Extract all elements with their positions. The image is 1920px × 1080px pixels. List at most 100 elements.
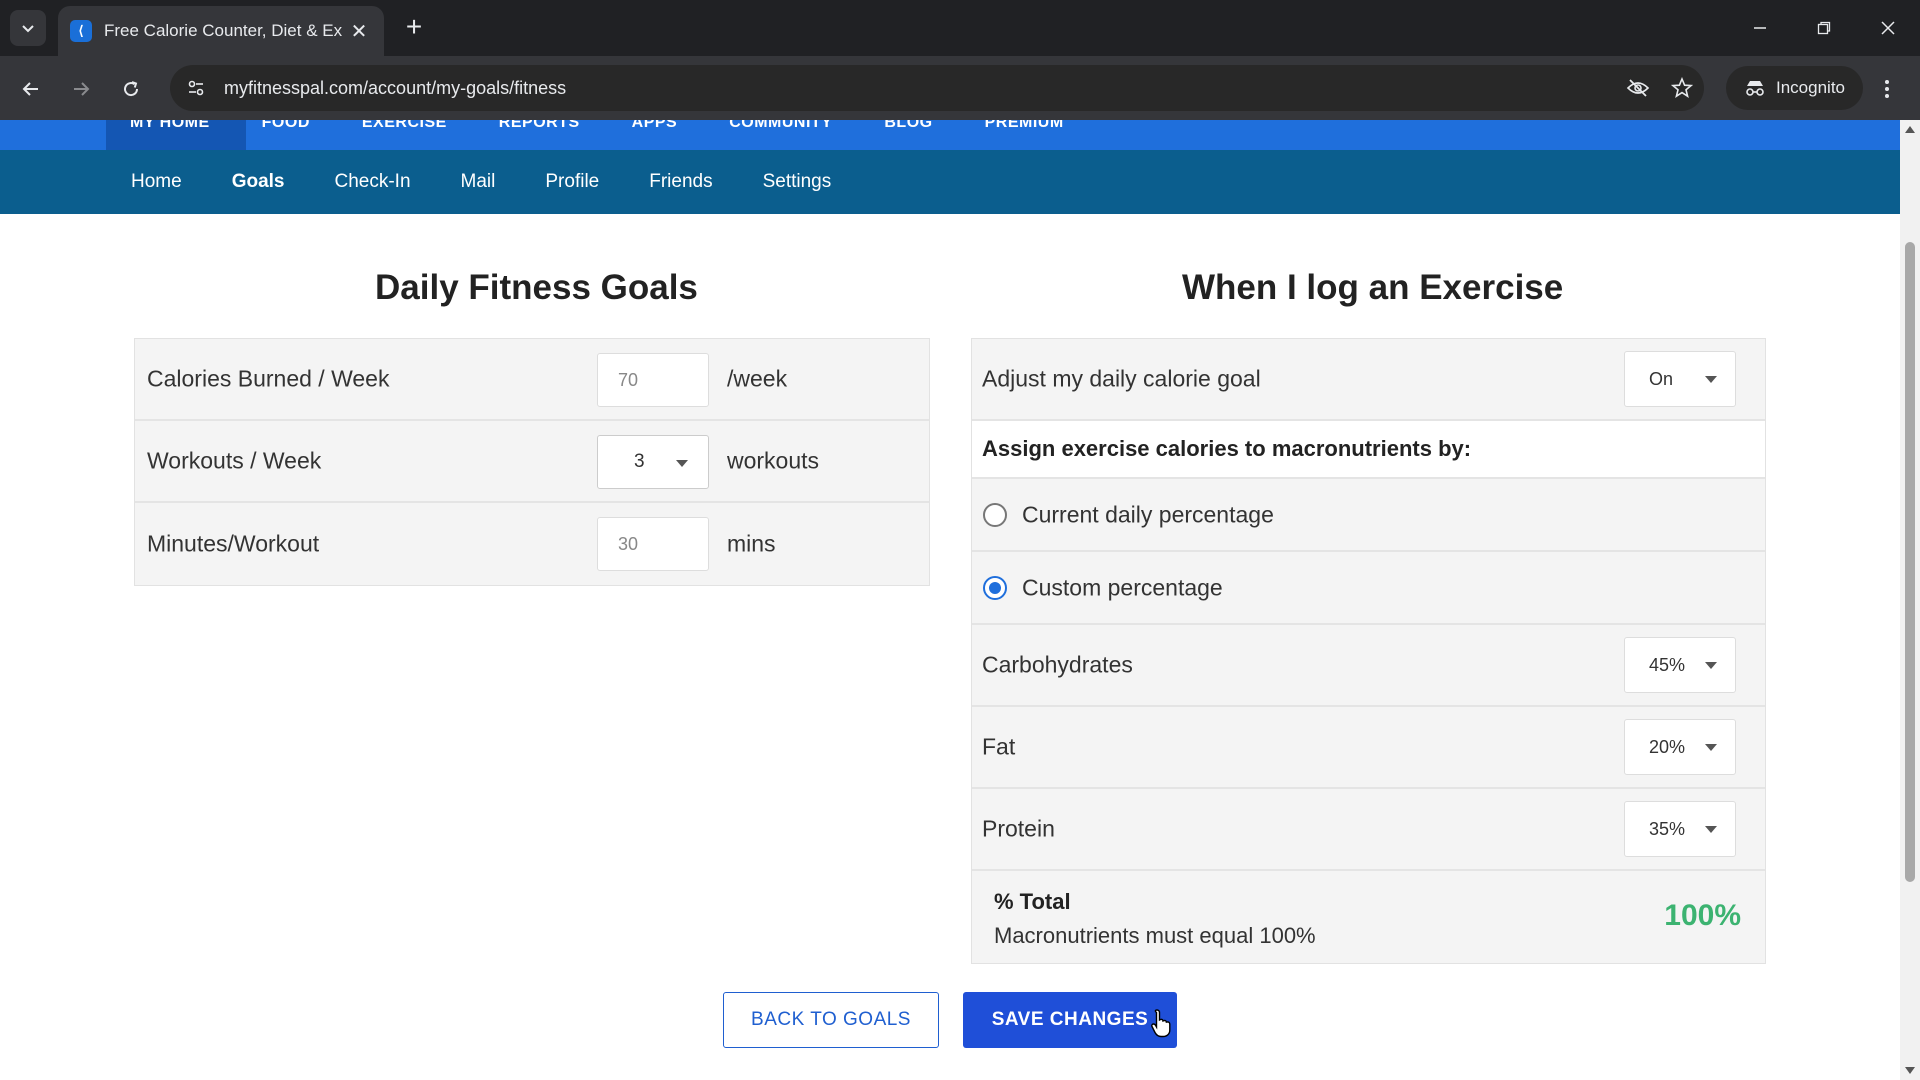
main-nav-item-blog[interactable]: BLOG <box>884 120 932 132</box>
subnav-item-goals[interactable]: Goals <box>232 171 285 193</box>
adjust-goal-select[interactable]: On <box>1624 351 1736 407</box>
address-bar[interactable]: myfitnesspal.com/account/my-goals/fitnes… <box>170 65 1704 111</box>
minimize-button[interactable] <box>1728 0 1792 56</box>
back-button[interactable] <box>14 72 48 106</box>
scrollbar-thumb[interactable] <box>1905 242 1915 882</box>
fat-label: Fat <box>982 733 1016 760</box>
subnav-item-mail[interactable]: Mail <box>461 171 496 193</box>
subnav-item-friends[interactable]: Friends <box>649 171 712 193</box>
url-text: myfitnesspal.com/account/my-goals/fitnes… <box>224 77 567 98</box>
minutes-input[interactable]: 30 <box>597 517 709 571</box>
reload-icon <box>124 81 139 97</box>
total-title: % Total <box>994 889 1071 914</box>
current-percentage-option[interactable]: Current daily percentage <box>972 479 1765 552</box>
fitness-goals-title: Daily Fitness Goals <box>375 268 698 307</box>
main-nav-item-reports[interactable]: REPORTS <box>499 120 580 132</box>
main-nav-item-my-home[interactable]: MY HOME <box>130 120 210 132</box>
subnav-item-profile[interactable]: Profile <box>545 171 599 193</box>
protein-row: Protein 35% <box>972 789 1765 871</box>
incognito-badge[interactable]: Incognito <box>1726 66 1863 110</box>
carbohydrates-select[interactable]: 45% <box>1624 637 1736 693</box>
back-to-goals-button[interactable]: BACK TO GOALS <box>723 992 939 1048</box>
custom-percentage-label[interactable]: Custom percentage <box>1022 574 1223 601</box>
total-row: % Total Macronutrients must equal 100% 1… <box>972 871 1765 963</box>
workouts-select[interactable]: 3 <box>597 435 709 489</box>
chevron-down-icon <box>1705 826 1717 833</box>
minimize-icon <box>1754 27 1766 29</box>
adjust-goal-select-value: On <box>1649 368 1674 389</box>
chevron-down-icon <box>22 25 34 33</box>
exercise-log-panel: Adjust my daily calorie goal On Assign e… <box>971 338 1766 964</box>
scroll-down-arrow-icon[interactable] <box>1905 1067 1915 1074</box>
current-percentage-radio[interactable] <box>983 502 1007 527</box>
arrow-right-icon <box>74 82 90 96</box>
new-tab-button[interactable]: + <box>398 12 430 44</box>
custom-percentage-radio[interactable] <box>983 575 1007 600</box>
restore-icon <box>1817 21 1831 35</box>
save-changes-button[interactable]: SAVE CHANGES <box>963 992 1177 1048</box>
minutes-label: Minutes/Workout <box>147 530 320 557</box>
assign-heading: Assign exercise calories to macronutrien… <box>982 436 1472 461</box>
fat-select-value: 20% <box>1649 736 1686 757</box>
fat-row: Fat 20% <box>972 707 1765 789</box>
subnav-item-home[interactable]: Home <box>131 171 182 193</box>
subnav-item-settings[interactable]: Settings <box>763 171 832 193</box>
scroll-up-arrow-icon[interactable] <box>1905 126 1915 133</box>
incognito-label: Incognito <box>1776 78 1845 97</box>
site-info-icon[interactable] <box>176 68 216 108</box>
eye-off-icon[interactable] <box>1616 68 1660 108</box>
window-controls <box>1728 0 1920 56</box>
tab-title: Free Calorie Counter, Diet & Ex <box>104 21 343 40</box>
browser-toolbar: myfitnesspal.com/account/my-goals/fitnes… <box>0 56 1920 120</box>
bookmark-star-icon[interactable] <box>1660 68 1704 108</box>
browser-tab[interactable]: ⟨ Free Calorie Counter, Diet & Ex ✕ <box>58 6 384 56</box>
page-scrollbar[interactable] <box>1900 120 1920 1080</box>
myfitnesspal-favicon-icon: ⟨ <box>70 20 92 42</box>
main-nav-item-food[interactable]: FOOD <box>262 120 310 132</box>
carbohydrates-select-value: 45% <box>1649 654 1686 675</box>
total-note: Macronutrients must equal 100% <box>994 923 1316 948</box>
chevron-down-icon <box>1705 376 1717 383</box>
main-nav-item-exercise[interactable]: EXERCISE <box>362 120 447 132</box>
total-value: 100% <box>1664 899 1741 932</box>
reload-button[interactable] <box>114 72 148 106</box>
subnav-item-check-in[interactable]: Check-In <box>335 171 411 193</box>
current-percentage-label[interactable]: Current daily percentage <box>1022 501 1274 528</box>
close-tab-icon[interactable]: ✕ <box>346 19 372 44</box>
carbohydrates-label: Carbohydrates <box>982 651 1133 678</box>
calories-burned-label: Calories Burned / Week <box>147 365 390 392</box>
fitness-goals-panel: Calories Burned / Week 70 /week Workouts… <box>134 338 930 586</box>
calories-burned-unit: /week <box>727 365 788 392</box>
tab-search-button[interactable] <box>10 10 46 46</box>
calories-burned-row: Calories Burned / Week 70 /week <box>135 339 929 421</box>
main-nav-item-community[interactable]: COMMUNITY <box>729 120 832 132</box>
protein-select-value: 35% <box>1649 818 1686 839</box>
workouts-label: Workouts / Week <box>147 447 322 474</box>
arrow-left-icon <box>22 82 38 96</box>
chevron-down-icon <box>676 460 688 467</box>
hand-cursor-icon <box>1150 1008 1174 1043</box>
custom-percentage-option[interactable]: Custom percentage <box>972 552 1765 625</box>
exercise-log-title: When I log an Exercise <box>1182 268 1564 307</box>
restore-button[interactable] <box>1792 0 1856 56</box>
main-nav-item-premium[interactable]: PREMIUM <box>985 120 1064 132</box>
protein-select[interactable]: 35% <box>1624 801 1736 857</box>
close-window-button[interactable] <box>1856 0 1920 56</box>
minutes-row: Minutes/Workout 30 mins <box>135 503 929 585</box>
forward-button[interactable] <box>64 72 98 106</box>
calories-burned-input[interactable]: 70 <box>597 353 709 407</box>
adjust-goal-label: Adjust my daily calorie goal <box>982 365 1261 392</box>
more-vertical-icon <box>1885 80 1889 98</box>
chevron-down-icon <box>1705 744 1717 751</box>
sub-nav: Home Goals Check-In Mail Profile Friends… <box>0 150 1900 214</box>
browser-menu-button[interactable] <box>1870 72 1904 106</box>
minutes-unit: mins <box>727 530 776 557</box>
assign-heading-row: Assign exercise calories to macronutrien… <box>972 421 1765 479</box>
main-nav-item-apps[interactable]: APPS <box>632 120 678 132</box>
protein-label: Protein <box>982 815 1055 842</box>
incognito-icon <box>1746 81 1764 96</box>
fat-select[interactable]: 20% <box>1624 719 1736 775</box>
chevron-down-icon <box>1705 662 1717 669</box>
browser-tab-strip: ⟨ Free Calorie Counter, Diet & Ex ✕ + <box>0 0 1920 56</box>
workouts-row: Workouts / Week 3 workouts <box>135 421 929 503</box>
